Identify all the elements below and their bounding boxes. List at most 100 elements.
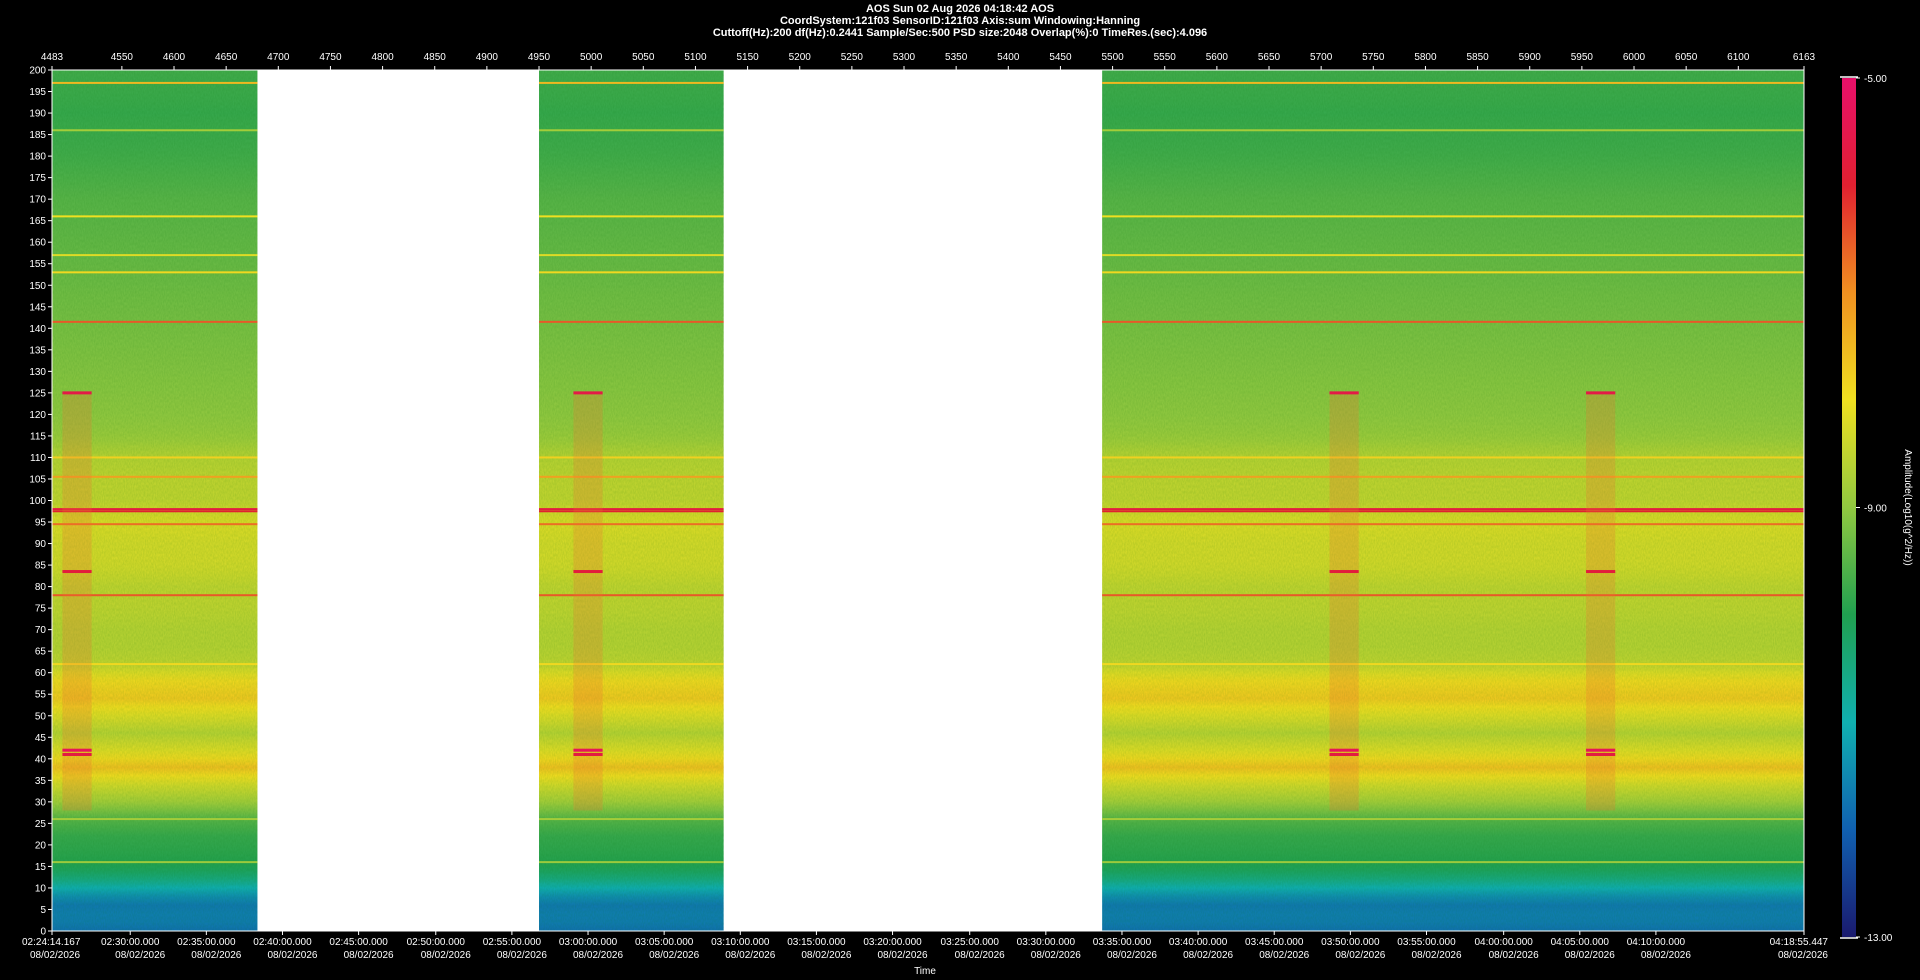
event-line (573, 570, 603, 574)
x-axis-time-label: 03:10:00.000 (711, 937, 770, 948)
event-line (1329, 748, 1359, 752)
x-axis-date-label: 08/02/2026 (497, 950, 547, 961)
top-axis-tick-label: 6000 (1623, 52, 1646, 63)
tonal-line (1102, 861, 1804, 864)
x-axis-time-label: 03:00:00.000 (559, 937, 618, 948)
top-axis-tick-label: 5000 (580, 52, 603, 63)
x-axis-time-label: 02:35:00.000 (177, 937, 236, 948)
tonal-line (539, 818, 724, 821)
segment-texture (539, 70, 724, 931)
y-axis-tick-label: 110 (30, 453, 46, 464)
tonal-line (1102, 508, 1804, 511)
top-axis-tick-label: 5400 (997, 52, 1020, 63)
top-axis-tick-label: 5950 (1571, 52, 1594, 63)
x-axis-time-label: 04:00:00.000 (1474, 937, 1533, 948)
x-axis-date-label: 08/02/2026 (1641, 950, 1691, 961)
top-axis-tick-label: 5850 (1466, 52, 1489, 63)
y-axis-tick-label: 195 (29, 87, 46, 98)
event-line (1586, 570, 1616, 574)
top-axis-tick-label: 5700 (1310, 52, 1333, 63)
y-axis-tick-label: 200 (29, 66, 46, 77)
x-axis-date-label: 08/02/2026 (878, 950, 928, 961)
tonal-line (52, 81, 258, 84)
y-axis-tick-label: 25 (35, 819, 47, 830)
x-axis-date-label: 08/02/2026 (344, 950, 394, 961)
x-axis-time-label: 03:35:00.000 (1093, 937, 1152, 948)
x-axis-time-label: 04:10:00.000 (1627, 937, 1686, 948)
tonal-line (1102, 594, 1804, 597)
x-axis-time-label: 03:15:00.000 (787, 937, 846, 948)
y-axis-tick-label: 65 (35, 647, 47, 658)
x-axis-time-label: 02:45:00.000 (329, 937, 388, 948)
y-axis-tick-label: 30 (35, 797, 47, 808)
x-axis-time-label: 03:30:00.000 (1017, 937, 1076, 948)
y-axis-tick-label: 50 (35, 711, 47, 722)
tonal-line (52, 320, 258, 323)
x-axis-time-label: 02:30:00.000 (101, 937, 160, 948)
top-axis-tick-label: 5550 (1154, 52, 1177, 63)
tonal-line (539, 861, 724, 864)
top-axis-tick-label: 5250 (841, 52, 864, 63)
top-axis-tick-label: 4550 (111, 52, 134, 63)
x-axis-date-label: 08/02/2026 (1107, 950, 1157, 961)
top-axis-tick-label: 4750 (319, 52, 342, 63)
top-axis-tick-label: 4950 (528, 52, 551, 63)
top-axis-tick-label: 6163 (1793, 52, 1816, 63)
event-line (1329, 752, 1359, 756)
segment-texture (1102, 70, 1804, 931)
top-axis-tick-label: 6050 (1675, 52, 1698, 63)
top-axis-tick-label: 5600 (1206, 52, 1229, 63)
tonal-line (539, 271, 724, 274)
x-axis-time-label: 03:50:00.000 (1321, 937, 1380, 948)
y-axis-tick-label: 0 (40, 927, 46, 938)
x-axis-time-label: 02:24:14.167 (22, 937, 81, 948)
y-axis-tick-label: 20 (35, 840, 47, 851)
tonal-line (539, 254, 724, 257)
event-line (62, 391, 92, 395)
tonal-line (539, 510, 724, 513)
x-axis: 02:24:14.167 08/02/2026 02:30:00.000 08/02/… (22, 931, 1828, 961)
top-axis-tick-label: 4650 (215, 52, 238, 63)
event-marker (573, 391, 603, 811)
y-axis-tick-label: 35 (35, 776, 47, 787)
tonal-line (539, 215, 724, 218)
tonal-line (52, 271, 258, 274)
tonal-line (539, 475, 724, 478)
tonal-line (52, 254, 258, 257)
top-axis-tick-label: 4600 (163, 52, 186, 63)
x-axis-time-label: 02:50:00.000 (407, 937, 466, 948)
tonal-line (539, 594, 724, 597)
event-line (1329, 570, 1359, 574)
top-axis-tick-label: 5750 (1362, 52, 1385, 63)
y-axis-tick-label: 125 (29, 388, 46, 399)
x-axis-time-label: 03:20:00.000 (863, 937, 922, 948)
y-axis-tick-label: 40 (35, 754, 47, 765)
event-line (1586, 748, 1616, 752)
y-axis-tick-label: 80 (35, 582, 47, 593)
x-axis-date-label: 08/02/2026 (1335, 950, 1385, 961)
x-axis-date-label: 08/02/2026 (30, 950, 80, 961)
colorbar-gradient (1842, 78, 1856, 937)
tonal-line (1102, 523, 1804, 526)
x-axis-label: Time (914, 966, 936, 977)
x-axis-date-label: 08/02/2026 (573, 950, 623, 961)
colorbar-label: Amplitude(Log10(g^2/Hz)) (1902, 449, 1913, 565)
x-axis-date-label: 08/02/2026 (1183, 950, 1233, 961)
tonal-line (52, 215, 258, 218)
tonal-line (52, 861, 258, 864)
x-axis-date-label: 08/02/2026 (115, 950, 165, 961)
tonal-line (539, 508, 724, 511)
x-axis-time-label: 04:05:00.000 (1551, 937, 1610, 948)
x-axis-date-label: 08/02/2026 (1489, 950, 1539, 961)
event-line (1586, 752, 1616, 756)
y-axis-tick-label: 180 (29, 152, 46, 163)
x-axis-date-label: 08/02/2026 (1031, 950, 1081, 961)
tonal-line (539, 523, 724, 526)
x-axis-date-label: 08/02/2026 (1565, 950, 1615, 961)
y-axis-tick-label: 170 (29, 195, 46, 206)
y-axis-tick-label: 115 (30, 431, 46, 442)
event-marker (1329, 391, 1359, 811)
tonal-line (1102, 663, 1804, 666)
colorbar[interactable]: -5.00 -9.00 -13.00 Amplitude(Log10(g^2/Hz)) (1840, 74, 1913, 944)
x-axis-date-label: 08/02/2026 (649, 950, 699, 961)
